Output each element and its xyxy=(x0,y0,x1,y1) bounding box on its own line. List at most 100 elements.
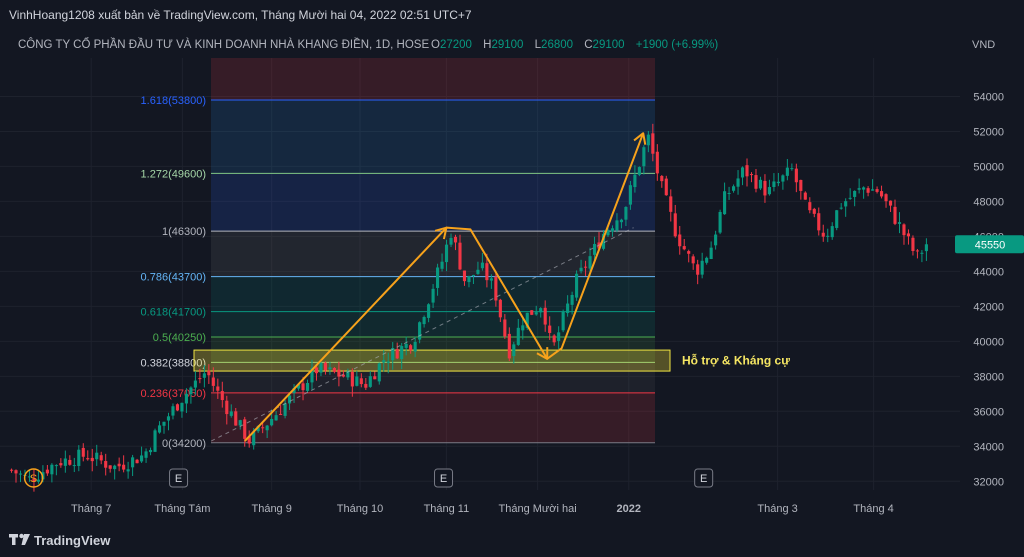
candle xyxy=(86,450,90,461)
candle xyxy=(857,178,861,194)
candle-body xyxy=(364,383,368,388)
candle-body xyxy=(664,178,668,196)
candle-body xyxy=(758,179,763,189)
candle-body xyxy=(50,464,54,475)
candle-body xyxy=(682,246,686,250)
candle-body xyxy=(180,402,184,412)
candle xyxy=(140,446,144,463)
candle-body xyxy=(924,244,928,252)
candle xyxy=(561,309,565,333)
candle xyxy=(794,163,798,193)
candle xyxy=(530,310,534,316)
candle-body xyxy=(826,235,830,237)
candle-body xyxy=(471,274,476,276)
candle xyxy=(682,238,686,251)
candle xyxy=(575,270,579,301)
candle-body xyxy=(305,382,310,391)
candle xyxy=(700,252,704,279)
candle xyxy=(817,207,821,236)
candle-body xyxy=(646,134,650,146)
fib-band xyxy=(211,173,655,232)
candle-body xyxy=(548,325,552,333)
price-tick-label: 36000 xyxy=(973,406,1004,418)
candle-body xyxy=(767,187,771,195)
candle-body xyxy=(669,196,673,212)
candle-body xyxy=(803,192,807,200)
candle-body xyxy=(418,322,422,340)
candle-body xyxy=(588,256,592,269)
candle-body xyxy=(453,236,458,243)
candle-body xyxy=(619,219,624,223)
earnings-label: E xyxy=(175,473,182,485)
candle-body xyxy=(906,233,911,237)
candle-body xyxy=(566,303,570,314)
tradingview-logo[interactable]: TradingView xyxy=(9,533,111,548)
candle-body xyxy=(279,413,283,415)
candle xyxy=(126,461,130,479)
support-resistance-zone[interactable]: Hỗ trợ & Kháng cự xyxy=(193,349,790,372)
candle xyxy=(835,209,839,231)
candle-body xyxy=(776,181,780,184)
candle xyxy=(157,421,162,434)
candle-body xyxy=(431,288,435,303)
candle xyxy=(153,428,157,452)
candle-body xyxy=(512,344,516,357)
candle-body xyxy=(9,469,14,471)
candle xyxy=(144,448,148,463)
candle xyxy=(763,174,767,203)
candle xyxy=(893,199,897,226)
candle-body xyxy=(718,211,722,233)
candle-body xyxy=(400,346,404,360)
candle xyxy=(72,457,76,473)
candle xyxy=(888,200,893,212)
candle-body xyxy=(99,455,103,461)
candle-body xyxy=(552,335,556,343)
candle-body xyxy=(332,367,336,372)
candle xyxy=(99,451,103,465)
candle-body xyxy=(45,469,49,474)
earnings-marker[interactable]: E xyxy=(169,468,189,488)
candle xyxy=(920,250,924,263)
candle xyxy=(664,175,668,196)
ohlc-close-label: C xyxy=(584,39,592,51)
price-axis[interactable]: 3200034000360003800040000420004400046000… xyxy=(955,28,1024,490)
candle xyxy=(709,241,713,260)
candle-body xyxy=(862,187,866,190)
candle-body xyxy=(14,470,18,474)
zone-rect[interactable] xyxy=(193,349,671,372)
candle xyxy=(122,455,126,473)
price-chart[interactable]: 0(34200)0.236(37050)0.382(38800)0.5(4025… xyxy=(0,0,1024,557)
candle-body xyxy=(637,167,641,175)
earnings-label: E xyxy=(700,473,707,485)
fib-band xyxy=(211,58,655,100)
fib-level-label: 0(34200) xyxy=(162,438,206,450)
earnings-marker[interactable]: E xyxy=(434,468,454,488)
candle xyxy=(131,454,135,477)
earnings-marker[interactable]: E xyxy=(694,468,714,488)
candle-body xyxy=(72,465,76,467)
candle xyxy=(108,465,112,473)
candle xyxy=(655,144,659,181)
time-tick-label: Tháng Tám xyxy=(154,503,210,515)
candle-body xyxy=(749,174,754,176)
time-tick-label: Tháng 9 xyxy=(251,503,291,515)
candle-body xyxy=(570,294,574,305)
candle-body xyxy=(68,459,72,465)
candle-body xyxy=(610,228,615,232)
candle xyxy=(45,464,49,476)
candle xyxy=(166,412,171,431)
candle xyxy=(14,469,18,483)
symbol-title: CÔNG TY CỔ PHẦN ĐẦU TƯ VÀ KINH DOANH NHÀ… xyxy=(18,38,429,51)
candle-body xyxy=(539,308,543,313)
candle xyxy=(897,212,902,234)
candle-body xyxy=(485,263,489,281)
candle-body xyxy=(301,383,305,391)
candle-body xyxy=(207,370,211,376)
candle-body xyxy=(243,419,247,439)
candle-body xyxy=(140,455,144,462)
time-axis[interactable]: Tháng 7 Tháng Tám Tháng 9 Tháng 10 Tháng 11 T… xyxy=(71,503,894,515)
candle-body xyxy=(714,234,718,246)
fib-level-label: 1(46300) xyxy=(162,226,206,238)
candle-body xyxy=(113,465,117,470)
candle-body xyxy=(902,224,906,236)
